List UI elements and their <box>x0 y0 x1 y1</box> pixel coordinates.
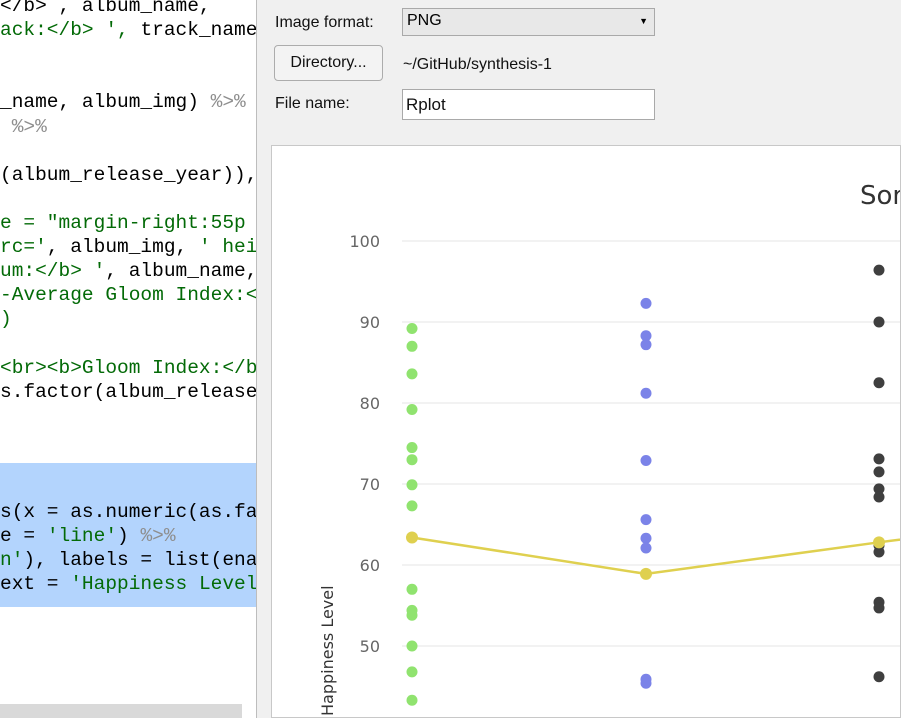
scatter-point[interactable] <box>406 640 418 652</box>
scatter-point[interactable] <box>406 609 418 621</box>
code-token: ' hei <box>198 236 256 258</box>
code-line: ack:</b> ', track_name <box>0 18 256 42</box>
mean-point[interactable] <box>640 567 652 580</box>
code-line: %>% <box>0 115 47 139</box>
scatter-point[interactable] <box>406 666 418 678</box>
scatter-point[interactable] <box>406 454 418 466</box>
code-line: um:</b> ', album_name, <box>0 259 256 283</box>
code-token: _name, album_img) <box>0 91 211 114</box>
image-format-value: PNG <box>407 12 442 29</box>
y-tick-label: 80 <box>360 394 380 413</box>
scatter-point[interactable] <box>406 479 418 491</box>
scatter-point[interactable] <box>640 677 652 689</box>
code-line: n'), labels = list(ena <box>0 548 256 572</box>
scatter-point[interactable] <box>873 602 885 614</box>
file-name-label: File name: <box>275 95 350 112</box>
y-tick-label: 70 <box>360 475 380 494</box>
code-token: ack:</b> ', <box>0 19 141 42</box>
code-line: s.factor(album_release <box>0 380 256 404</box>
plot-svg: 50 60 70 80 90 100 Son Happiness Level <box>318 181 901 716</box>
code-editor[interactable]: </b> , album_name, ack:</b> ', track_name… <box>0 0 256 718</box>
directory-path: ~/GitHub/synthesis-1 <box>403 56 552 73</box>
scatter-point[interactable] <box>873 377 885 389</box>
code-line: rc=', album_img, ' hei <box>0 235 256 259</box>
code-token: ) <box>117 525 141 548</box>
code-line: s(x = as.numeric(as.fa <box>0 500 256 524</box>
code-line: _name, album_img) %>% <box>0 90 246 114</box>
scatter-point[interactable] <box>640 455 652 467</box>
scatter-point[interactable] <box>406 694 418 706</box>
scatter-point[interactable] <box>406 442 418 454</box>
code-token: %>% <box>140 525 176 548</box>
file-name-input[interactable]: Rplot <box>402 89 655 120</box>
y-tick-label: 90 <box>360 313 380 332</box>
scatter-point[interactable] <box>640 297 652 309</box>
scatter-point[interactable] <box>406 403 418 415</box>
scatter-point[interactable] <box>406 500 418 512</box>
code-line: e = "margin-right:55p <box>0 211 246 235</box>
scatter-point[interactable] <box>406 340 418 352</box>
scatter-point[interactable] <box>640 339 652 351</box>
horizontal-scrollbar[interactable] <box>0 704 242 718</box>
code-token: e = <box>0 525 47 548</box>
code-token: , album_img, <box>46 236 199 258</box>
code-line: ext = 'Happiness Level <box>0 572 256 596</box>
code-token: ), labels = list(ena <box>23 549 256 572</box>
scatter-point[interactable] <box>406 583 418 595</box>
y-axis-label: Happiness Level <box>318 585 337 716</box>
code-token: track_name <box>140 19 256 42</box>
scatter-point[interactable] <box>873 453 885 465</box>
scatter-point[interactable] <box>873 264 885 276</box>
code-token: %>% <box>210 91 246 114</box>
scatter-point[interactable] <box>873 316 885 328</box>
scatter-point[interactable] <box>406 368 418 380</box>
code-token: -Average Gloom Index:< <box>0 284 256 307</box>
code-line: <br><b>Gloom Index:</b <box>0 356 256 380</box>
code-token: um:</b> ' <box>0 260 106 283</box>
code-line: ) <box>0 307 12 331</box>
scatter-point[interactable] <box>406 322 418 334</box>
mean-point[interactable] <box>406 531 418 544</box>
code-token: 'line' <box>46 525 118 548</box>
code-token: <br><b>Gloom Index:</b <box>0 356 256 379</box>
code-token: rc=' <box>0 236 47 258</box>
code-token: s.factor(album_release <box>0 380 256 403</box>
code-line: -Average Gloom Index:< <box>0 283 256 307</box>
scatter-point[interactable] <box>640 387 652 399</box>
image-format-select[interactable]: PNG ▼ <box>402 8 655 36</box>
code-line: e = 'line') %>% <box>0 524 176 548</box>
code-token: , album_name, <box>105 260 256 283</box>
code-token: 'Happiness Level <box>70 573 256 596</box>
code-token: n' <box>0 549 24 572</box>
code-token: </b> , album_name, <box>0 0 211 17</box>
y-tick-label: 50 <box>360 637 380 656</box>
code-token: ext = <box>0 573 71 596</box>
scatter-point[interactable] <box>640 542 652 554</box>
chart-title: Son <box>860 181 901 211</box>
scatter-point[interactable] <box>873 491 885 503</box>
chevron-down-icon: ▼ <box>639 16 648 26</box>
scatter-point[interactable] <box>873 671 885 683</box>
scatter-point[interactable] <box>873 466 885 478</box>
image-format-label: Image format: <box>275 14 374 31</box>
code-line: (album_release_year)), <box>0 163 256 187</box>
plot-preview: 50 60 70 80 90 100 Son Happiness Level <box>271 145 901 718</box>
code-token: ) <box>0 308 12 331</box>
scatter-point[interactable] <box>640 514 652 526</box>
y-tick-label: 100 <box>349 232 380 251</box>
code-token: %>% <box>0 115 47 138</box>
code-token: (album_release_year)), <box>0 163 256 186</box>
code-token: s(x = as.numeric(as.fa <box>0 501 256 524</box>
scatter-point[interactable] <box>640 532 652 544</box>
directory-button[interactable]: Directory... <box>274 45 383 81</box>
code-line: </b> , album_name, <box>0 0 211 18</box>
code-token: e = "margin-right:55p <box>0 211 246 234</box>
y-tick-label: 60 <box>360 556 380 575</box>
mean-point[interactable] <box>873 536 885 549</box>
